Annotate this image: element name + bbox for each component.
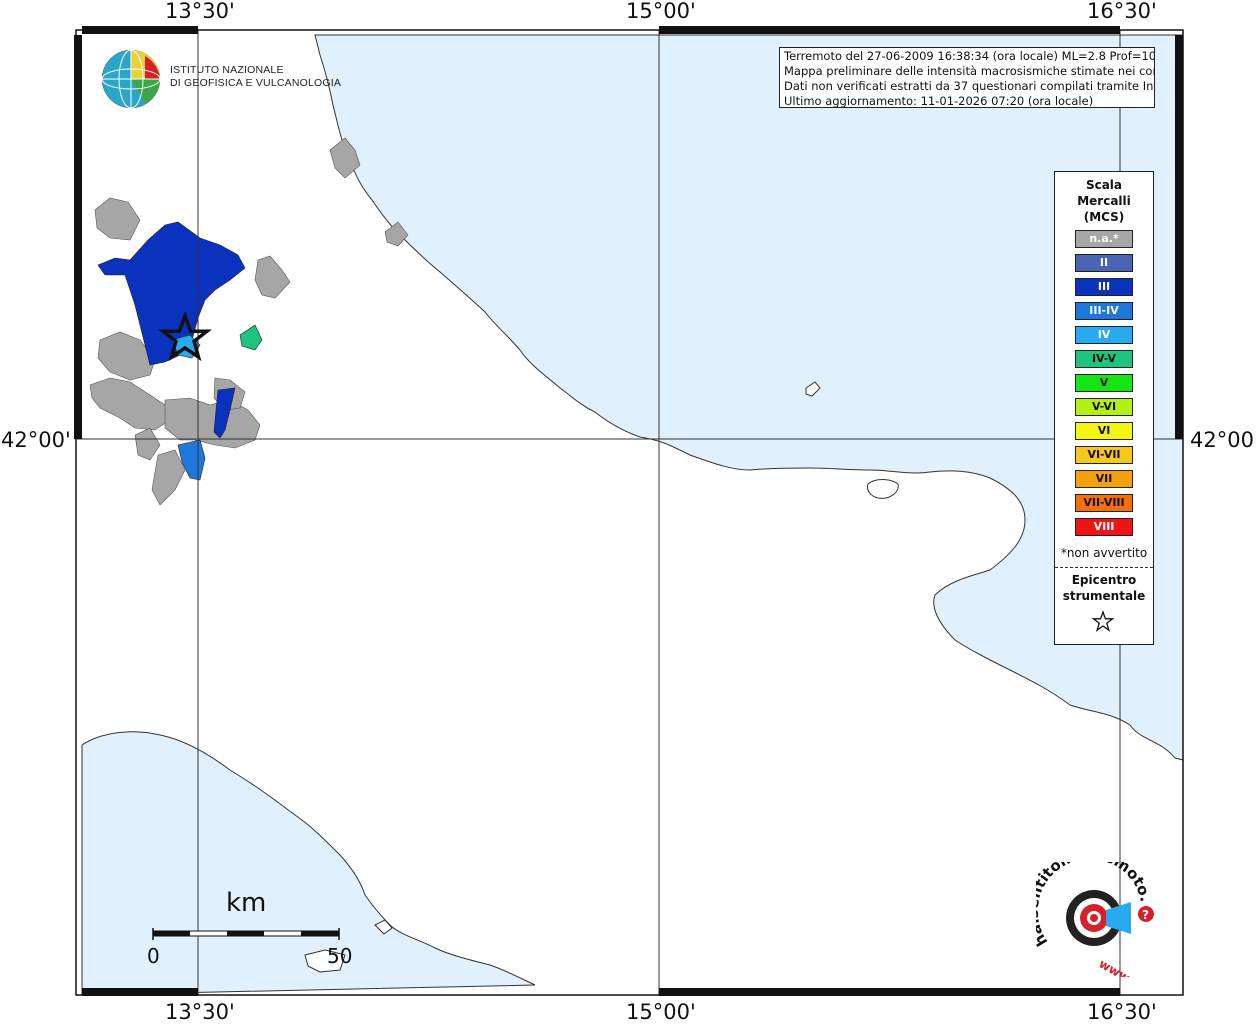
municipalities-na — [89, 137, 409, 506]
ingv-name: ISTITUTO NAZIONALE DI GEOFISICA E VULCAN… — [170, 64, 341, 90]
lon-label-top-right: 16°30' — [1087, 0, 1157, 23]
legend-item: VII — [1075, 470, 1133, 488]
lon-label-top-left: 13°30' — [165, 0, 235, 23]
event-info-box: Terremoto del 27-06-2009 16:38:34 (ora l… — [779, 47, 1155, 108]
municipality-iv-v — [239, 324, 263, 351]
legend-item: V-VI — [1075, 398, 1133, 416]
scale-end: 50 — [327, 944, 353, 968]
event-info-line1: Terremoto del 27-06-2009 16:38:34 (ora l… — [784, 49, 1155, 63]
island — [867, 479, 899, 499]
legend-epicenter-line1: Epicentro — [1071, 573, 1137, 587]
mcs-legend: Scala Mercalli (MCS) n.a.* II III III-IV IV I… — [1054, 171, 1154, 645]
scale-start: 0 — [147, 944, 160, 968]
lon-label-top-mid: 15°00' — [626, 0, 696, 23]
scale-unit: km — [226, 888, 267, 918]
star-icon — [1091, 610, 1115, 638]
legend-item: n.a.* — [1075, 230, 1133, 248]
legend-epicenter-line2: strumentale — [1062, 589, 1146, 603]
lat-label-right: 42°00' — [1190, 428, 1256, 452]
legend-item: V — [1075, 374, 1133, 392]
hsit-www: www. — [1097, 956, 1136, 977]
legend-epicenter-label: Epicentro strumentale — [1055, 572, 1153, 604]
legend-title-line1: Scala — [1085, 178, 1123, 192]
svg-text:?: ? — [1142, 908, 1149, 922]
legend-item: III — [1075, 278, 1133, 296]
legend-item: IV — [1075, 326, 1133, 344]
legend-title-line3: (MCS) — [1083, 210, 1125, 224]
legend-item: IV-V — [1075, 350, 1133, 368]
event-info-line2: Mappa preliminare delle intensità macros… — [784, 64, 1155, 78]
legend-separator — [1055, 567, 1153, 568]
event-info-line3: Dati non verificati estratti da 37 quest… — [784, 79, 1155, 93]
lon-label-bottom-left: 13°30' — [165, 1000, 235, 1024]
ingv-name-line2: DI GEOFISICA E VULCANOLOGIA — [170, 77, 342, 89]
legend-title: Scala Mercalli (MCS) — [1055, 177, 1153, 225]
legend-item: III-IV — [1075, 302, 1133, 320]
legend-title-line2: Mercalli — [1077, 194, 1131, 208]
legend-item: VII-VIII — [1075, 494, 1133, 512]
adriatic-sea — [314, 34, 1184, 761]
ingv-globe-icon — [100, 48, 162, 114]
legend-item: VI-VII — [1075, 446, 1133, 464]
lon-label-bottom-right: 16°30' — [1087, 1000, 1157, 1024]
legend-note: *non avvertito — [1060, 546, 1148, 560]
legend-item: II — [1075, 254, 1133, 272]
ingv-name-line1: ISTITUTO NAZIONALE — [170, 64, 284, 76]
event-info-line4: Ultimo aggiornamento: 11-01-2026 07:20 (… — [784, 94, 1094, 108]
lat-label-left: 42°00' — [1, 428, 71, 452]
lon-label-bottom-mid: 15°00' — [626, 1000, 696, 1024]
legend-items: n.a.* II III III-IV IV IV-V V V-VI VI VI-VII VII VI… — [1075, 230, 1133, 542]
hsit-target-icon: haisentitoilterremoto.it ? www. — [1024, 845, 1161, 987]
legend-item: VI — [1075, 422, 1133, 440]
legend-item: VIII — [1075, 518, 1133, 536]
